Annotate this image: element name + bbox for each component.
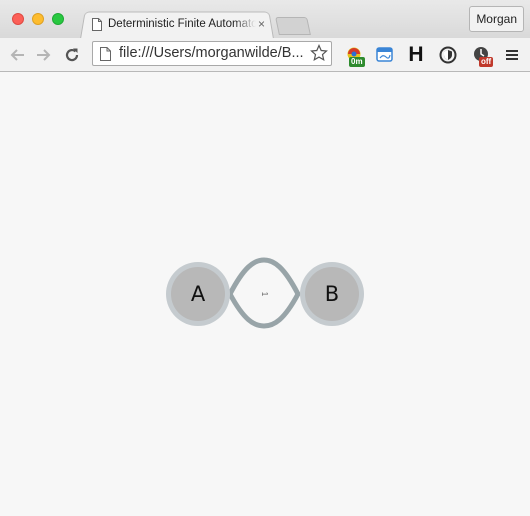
transition-edge-upper — [227, 257, 301, 297]
tab-close-icon[interactable]: × — [258, 17, 265, 31]
transition-label: 1 — [260, 292, 269, 297]
shield-graphic — [439, 46, 457, 63]
title-bar: Deterministic Finite Automaton × Morgan — [0, 0, 530, 40]
reload-icon — [65, 48, 79, 61]
transition-edge-lower — [227, 291, 301, 329]
address-bar[interactable]: file:///Users/morganwilde/B... — [92, 41, 332, 66]
browser-window-graphic — [375, 47, 393, 62]
state-node-a[interactable]: A — [166, 262, 230, 326]
forward-button[interactable] — [33, 38, 55, 71]
new-tab-button[interactable] — [275, 17, 311, 35]
clock-badge: off — [479, 57, 494, 67]
window-minimize-button[interactable] — [32, 13, 44, 25]
reload-button[interactable] — [61, 38, 83, 71]
page-icon — [100, 47, 111, 61]
state-label-a: A — [191, 282, 206, 306]
headings-icon[interactable]: H — [404, 38, 428, 71]
hamburger-menu-icon — [506, 49, 518, 60]
state-label-b: B — [325, 282, 339, 306]
forward-arrow-icon — [37, 48, 51, 61]
timer-extension-icon[interactable]: 0m — [343, 38, 365, 71]
page-content: 1 A B — [0, 72, 530, 516]
profile-button[interactable]: Morgan — [469, 6, 524, 32]
dfa-diagram: 1 A B — [166, 257, 364, 329]
shield-icon[interactable] — [437, 38, 459, 71]
back-button[interactable] — [6, 38, 28, 71]
tab-content[interactable]: Deterministic Finite Automaton × — [90, 12, 268, 36]
window-maximize-button[interactable] — [52, 13, 64, 25]
document-icon — [92, 17, 102, 31]
menu-button[interactable] — [502, 38, 522, 71]
toolbar: file:///Users/morganwilde/B... 0m H off — [0, 38, 530, 72]
state-node-b[interactable]: B — [300, 262, 364, 326]
window-close-button[interactable] — [12, 13, 24, 25]
url-text[interactable]: file:///Users/morganwilde/B... — [119, 45, 311, 61]
browser-window-icon[interactable] — [373, 38, 395, 71]
headings-glyph: H — [408, 42, 424, 66]
bookmark-star-icon[interactable] — [310, 44, 328, 62]
clock-extension-icon[interactable]: off — [470, 38, 494, 71]
timer-badge: 0m — [349, 57, 365, 67]
tab-title: Deterministic Finite Automaton — [108, 18, 256, 30]
back-arrow-icon — [10, 48, 24, 61]
